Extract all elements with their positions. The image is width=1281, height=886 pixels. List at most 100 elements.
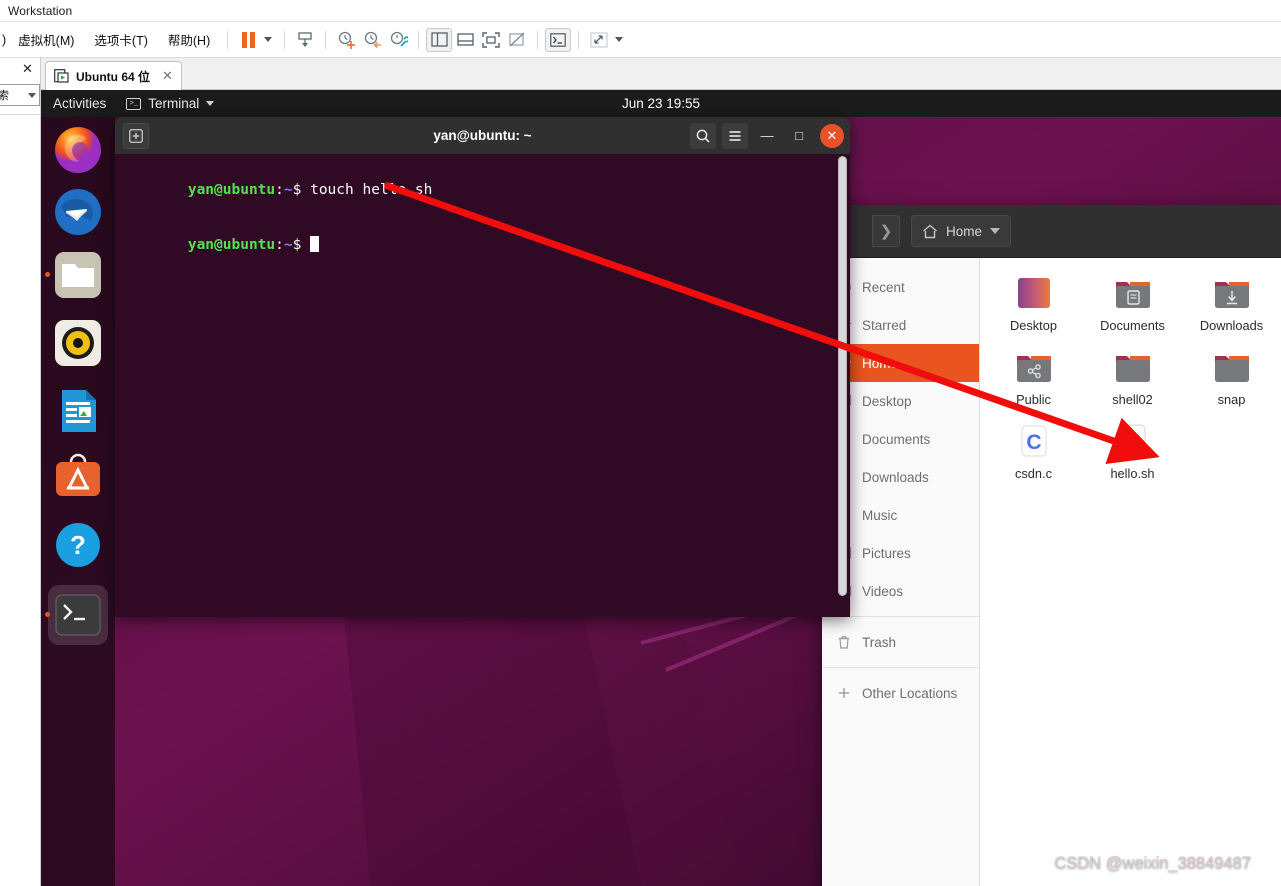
files-body: Recent Starred Home Desktop Documents Do… <box>822 258 1281 886</box>
topbar-app-menu[interactable]: >_ Terminal <box>116 96 224 111</box>
file-item-snap[interactable]: snap <box>1182 346 1281 420</box>
sidebar-label: Starred <box>862 317 907 333</box>
dock-item-thunderbird[interactable] <box>53 187 103 237</box>
search-icon[interactable] <box>690 122 716 149</box>
path-button-home[interactable]: Home <box>911 215 1012 247</box>
rhythmbox-icon <box>55 320 101 366</box>
help-icon: ? <box>56 523 100 567</box>
dock-item-ubuntu-software[interactable] <box>53 450 103 500</box>
toolbar-divider <box>325 30 327 49</box>
library-search-input[interactable]: 索 <box>0 84 40 106</box>
sidebar-label: Home <box>862 355 899 371</box>
library-search-caret-icon[interactable] <box>28 92 36 98</box>
menu-item-partial[interactable]: ) <box>0 30 8 50</box>
console-icon[interactable] <box>545 27 572 52</box>
file-label: csdn.c <box>1015 466 1052 481</box>
file-item-csdn-c[interactable]: C csdn.c <box>984 420 1083 494</box>
files-grid: Desktop Documents Downloads Public shell… <box>980 272 1281 494</box>
plus-icon <box>839 688 849 698</box>
minimize-button[interactable]: — <box>754 123 780 149</box>
file-item-shell02[interactable]: shell02 <box>1083 346 1182 420</box>
menu-item-help[interactable]: 帮助(H) <box>158 27 220 52</box>
sidebar-item-other-locations[interactable]: Other Locations <box>822 674 979 712</box>
dock-item-files[interactable] <box>53 250 103 300</box>
sidebar-label: Trash <box>862 634 897 650</box>
tab-label: Ubuntu 64 位 <box>76 69 150 84</box>
dock-running-indicator-files <box>45 272 50 277</box>
terminal-line: yan@ubuntu:~$ <box>118 218 850 274</box>
svg-text:?: ? <box>70 530 86 560</box>
dock-item-rhythmbox[interactable] <box>53 318 103 368</box>
file-text-icon <box>1119 424 1146 458</box>
file-label: Downloads <box>1199 318 1264 333</box>
fullscreen-icon[interactable] <box>478 28 504 52</box>
revert-snapshot-icon[interactable] <box>359 28 385 52</box>
terminal-command: touch hello.sh <box>301 181 433 198</box>
dock-item-help[interactable]: ? <box>53 520 103 570</box>
file-item-hello-sh[interactable]: hello.sh <box>1083 420 1182 494</box>
sidebar-divider <box>822 667 979 668</box>
prompt-user: yan@ubuntu <box>187 181 276 198</box>
library-tree <box>0 114 40 886</box>
unity-mode-icon[interactable] <box>504 28 530 52</box>
pause-icon[interactable] <box>235 28 261 52</box>
ubuntu-software-icon <box>56 453 100 496</box>
dock-item-libreoffice-writer[interactable] <box>53 386 103 436</box>
power-dropdown-caret-icon[interactable] <box>261 28 277 52</box>
file-item-public[interactable]: Public <box>984 346 1083 420</box>
terminal-output[interactable]: yan@ubuntu:~$ touch hello.sh yan@ubuntu:… <box>115 154 850 617</box>
maximize-button[interactable]: □ <box>786 123 812 149</box>
home-icon <box>923 224 937 238</box>
take-snapshot-icon[interactable] <box>333 28 359 52</box>
files-icon <box>55 252 101 298</box>
folder-public-icon <box>1016 356 1051 382</box>
new-tab-icon[interactable] <box>123 122 149 149</box>
activities-button[interactable]: Activities <box>41 96 116 111</box>
snapshot-icon[interactable] <box>292 28 318 52</box>
path-label: Home <box>946 223 983 239</box>
file-item-desktop[interactable]: Desktop <box>984 272 1083 346</box>
dock-item-firefox[interactable] <box>53 125 103 175</box>
terminal-cursor <box>310 236 320 252</box>
folder-plain-icon <box>1115 356 1150 382</box>
library-close-icon[interactable]: ✕ <box>22 61 33 77</box>
topbar-app-name: Terminal <box>148 96 200 111</box>
ubuntu-guest-screen: Jun 23 19:55 Activities >_ Terminal ? ❯ … <box>41 90 1281 886</box>
forward-button[interactable]: ❯ <box>872 215 900 247</box>
menu-item-tabs[interactable]: 选项卡(T) <box>84 27 157 52</box>
terminal-window-controls: — □ ✕ <box>690 122 844 149</box>
dock-item-terminal[interactable] <box>53 590 103 640</box>
file-item-documents[interactable]: Documents <box>1083 272 1182 346</box>
snapshot-manager-icon[interactable] <box>385 28 411 52</box>
file-label: snap <box>1217 392 1246 407</box>
sidebar-label: Documents <box>862 431 931 447</box>
folder-plain-icon <box>1214 356 1249 382</box>
file-item-downloads[interactable]: Downloads <box>1182 272 1281 346</box>
terminal-app-icon <box>55 594 101 636</box>
topbar-clock[interactable]: Jun 23 19:55 <box>41 96 1281 111</box>
library-panel: ✕ 索 <box>0 58 41 886</box>
menu-item-virtual-machine[interactable]: 虚拟机(M) <box>8 27 84 52</box>
files-headerbar: ❯ Home <box>822 205 1281 258</box>
sidebar-item-trash[interactable]: Trash <box>822 623 979 661</box>
tab-ubuntu-64[interactable]: Ubuntu 64 位 ✕ <box>45 61 182 90</box>
prompt-path: ~ <box>283 237 293 253</box>
terminal-command <box>301 237 310 253</box>
vmware-tabstrip: Ubuntu 64 位 ✕ <box>41 58 1281 90</box>
sidebar-label: Pictures <box>862 545 911 561</box>
file-label: Public <box>1016 392 1051 407</box>
close-button[interactable]: ✕ <box>820 123 844 148</box>
show-thumbnails-icon[interactable] <box>452 28 478 52</box>
sidebar-label: Music <box>862 507 898 523</box>
vm-tab-icon <box>54 69 69 83</box>
file-label: Documents <box>1100 318 1165 333</box>
show-library-icon[interactable] <box>426 27 453 52</box>
tab-close-icon[interactable]: ✕ <box>162 68 173 84</box>
chevron-down-icon <box>206 101 215 106</box>
stretch-dropdown-caret-icon[interactable] <box>612 28 628 52</box>
toolbar-divider <box>284 30 286 49</box>
stretch-icon[interactable] <box>586 28 612 52</box>
terminal-scrollbar[interactable] <box>838 156 847 596</box>
prompt-colon: : <box>275 237 284 253</box>
hamburger-icon[interactable] <box>722 122 748 149</box>
